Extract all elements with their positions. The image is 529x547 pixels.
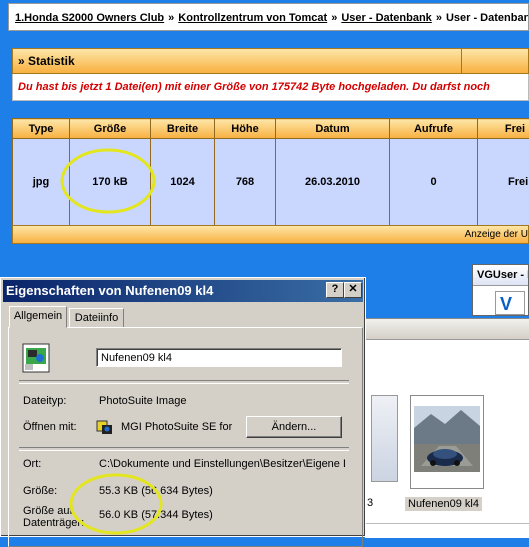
breadcrumb-current: User - Datenbank B: [446, 12, 529, 24]
tab-dateiinfo[interactable]: Dateiinfo: [69, 308, 124, 328]
breadcrumb-separator: »: [436, 12, 442, 24]
breadcrumb-link-club[interactable]: 1.Honda S2000 Owners Club: [15, 12, 164, 24]
cell-type: jpg: [13, 139, 70, 226]
groesse-label: Größe:: [23, 485, 57, 497]
vguser-panel: VGUser - Da V: [472, 264, 529, 316]
car-photo-thumbnail: [411, 396, 483, 488]
oeffnen-label: Öffnen mit:: [23, 421, 77, 433]
statistik-header: » Statistik: [12, 48, 529, 74]
separator: [19, 447, 349, 451]
thumbnail-caption-selected: Nufenen09 kl4: [405, 497, 482, 511]
thumbnail-nufenen[interactable]: [410, 395, 484, 489]
tab-allgemein[interactable]: Allgemein: [9, 306, 67, 328]
col-header-frei[interactable]: Frei: [478, 119, 529, 139]
dateityp-value: PhotoSuite Image: [99, 395, 186, 407]
col-header-type[interactable]: Type: [13, 119, 70, 139]
help-button[interactable]: ?: [326, 282, 344, 298]
explorer-window: 3 Nufenen09 kl4: [365, 318, 529, 538]
ort-label: Ort:: [23, 458, 41, 470]
photosuite-app-icon: [96, 418, 114, 436]
ort-value: C:\Dokumente und Einstellungen\Besitzer\…: [99, 458, 345, 470]
vguser-inner: V: [495, 291, 525, 315]
cell-aufrufe: 0: [390, 139, 478, 226]
cell-frei[interactable]: Frei: [478, 139, 529, 226]
cell-groesse: 170 kB: [70, 139, 151, 226]
thumbnail-partial[interactable]: [371, 395, 398, 482]
header-divider: [461, 49, 462, 73]
file-name-input[interactable]: Nufenen09 kl4: [96, 348, 342, 367]
col-header-datum[interactable]: Datum: [276, 119, 390, 139]
breadcrumb: 1.Honda S2000 Owners Club » Kontrollzentru…: [8, 3, 529, 31]
groesse-datentraeger-label: Größe auf Datenträger:: [23, 505, 84, 529]
separator: [19, 380, 349, 384]
gd-label-line2: Datenträger:: [23, 517, 84, 529]
dialog-titlebar[interactable]: Eigenschaften von Nufenen09 kl4 ? ✕: [3, 280, 363, 302]
table-footer: Anzeige der U: [12, 225, 529, 244]
groesse-datentraeger-value: 56.0 KB (57.344 Bytes): [99, 509, 213, 521]
change-button[interactable]: Ändern...: [246, 416, 342, 438]
files-table: Type Größe Breite Höhe Datum Aufrufe Fre…: [12, 118, 529, 226]
files-table-header: Type Größe Breite Höhe Datum Aufrufe Fre…: [13, 119, 529, 139]
upload-quota-message: Du hast bis jetzt 1 Datei(en) mit einer …: [12, 74, 529, 101]
cell-hoehe: 768: [215, 139, 276, 226]
dateityp-label: Dateityp:: [23, 395, 66, 407]
col-header-breite[interactable]: Breite: [151, 119, 215, 139]
photosuite-file-icon: [19, 340, 53, 376]
breadcrumb-separator: »: [168, 12, 174, 24]
dialog-title: Eigenschaften von Nufenen09 kl4: [6, 283, 213, 298]
properties-dialog: Eigenschaften von Nufenen09 kl4 ? ✕ Allg…: [0, 277, 366, 537]
vguser-title: VGUser - Da: [473, 265, 528, 286]
col-header-groesse[interactable]: Größe: [70, 119, 151, 139]
col-header-aufrufe[interactable]: Aufrufe: [390, 119, 478, 139]
close-button[interactable]: ✕: [344, 282, 362, 298]
groesse-value: 55.3 KB (56.634 Bytes): [99, 485, 213, 497]
cell-datum: 26.03.2010: [276, 139, 390, 226]
gd-label-line1: Größe auf: [23, 505, 84, 517]
cell-breite: 1024: [151, 139, 215, 226]
explorer-toolbar: [365, 319, 529, 340]
breadcrumb-separator: »: [331, 12, 337, 24]
oeffnen-value: MGI PhotoSuite SE for: [121, 421, 232, 433]
statistik-title: » Statistik: [18, 54, 75, 68]
explorer-statusbar: [365, 523, 529, 538]
col-header-hoehe[interactable]: Höhe: [215, 119, 276, 139]
breadcrumb-link-user-datenbank[interactable]: User - Datenbank: [341, 12, 431, 24]
table-row: jpg 170 kB 1024 768 26.03.2010 0 Frei: [13, 139, 529, 226]
thumbnail-partial-caption: 3: [367, 497, 373, 509]
breadcrumb-link-kontrollzentrum[interactable]: Kontrollzentrum von Tomcat: [178, 12, 327, 24]
